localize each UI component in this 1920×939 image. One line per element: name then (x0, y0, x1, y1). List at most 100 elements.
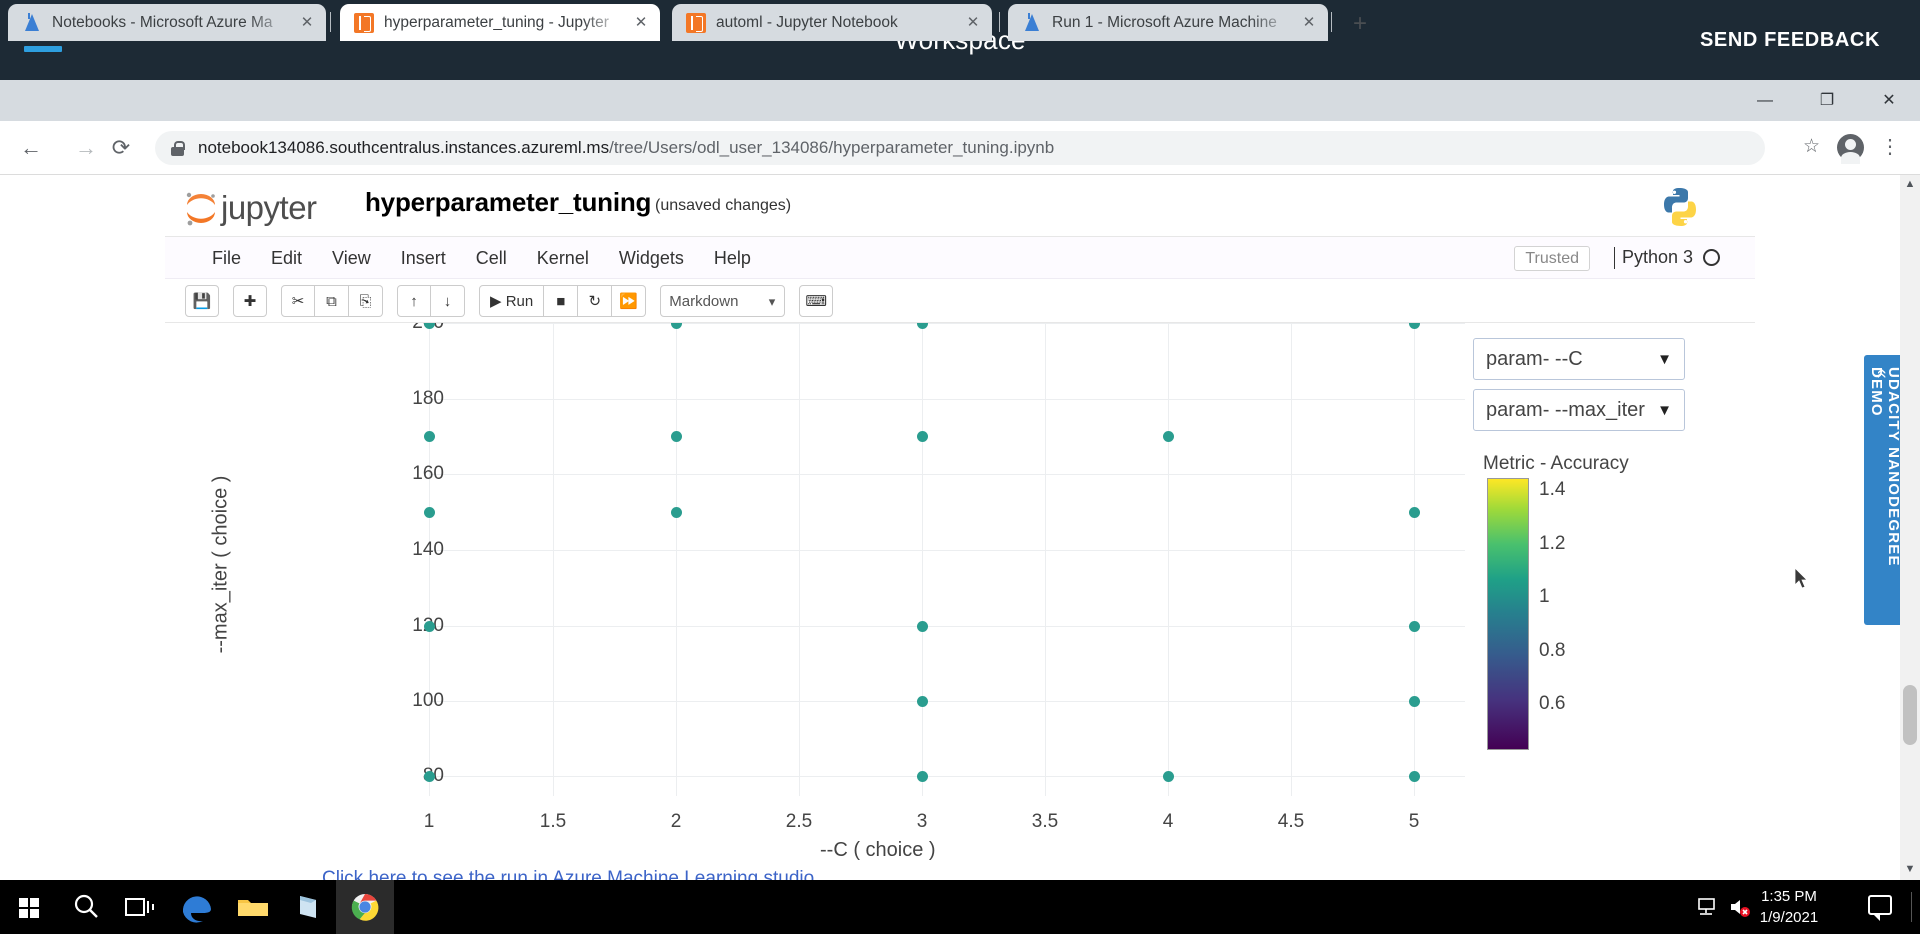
menu-help[interactable]: Help (699, 237, 766, 279)
network-icon[interactable] (1696, 896, 1720, 918)
action-center-icon[interactable] (1868, 895, 1892, 921)
command-palette-button[interactable]: ⌨ (799, 285, 834, 317)
menu-file[interactable]: File (197, 237, 256, 279)
address-bar[interactable]: notebook134086.southcentralus.instances.… (155, 131, 1765, 165)
jupyter-menubar: File Edit View Insert Cell Kernel Widget… (165, 237, 1755, 279)
browser-tab-hyperparameter-tuning[interactable]: hyperparameter_tuning - Jupyter ✕ (340, 4, 660, 41)
menu-cell[interactable]: Cell (461, 237, 522, 279)
close-tab-icon[interactable]: ✕ (962, 12, 984, 34)
kernel-name-label[interactable]: Python 3 (1622, 247, 1693, 268)
data-point[interactable] (670, 506, 682, 518)
menu-kernel[interactable]: Kernel (522, 237, 604, 279)
browser-tab-label: automl - Jupyter Notebook (716, 13, 898, 31)
notebook-title[interactable]: hyperparameter_tuning (365, 187, 651, 218)
scroll-up-arrow[interactable]: ▲ (1900, 175, 1920, 195)
data-point[interactable] (1162, 430, 1174, 442)
data-point[interactable] (423, 620, 435, 632)
data-point[interactable] (670, 430, 682, 442)
bookmark-star-icon[interactable]: ☆ (1803, 135, 1820, 158)
x-tick-label: 2 (670, 811, 682, 832)
forward-button[interactable]: → (70, 132, 102, 164)
interrupt-kernel-button[interactable]: ■ (544, 285, 579, 317)
paste-cell-button[interactable]: ⎘ (349, 285, 383, 317)
save-status: (unsaved changes) (655, 197, 792, 214)
scrollbar-thumb[interactable] (1903, 685, 1917, 745)
restart-and-run-all-button[interactable]: ⏩ (612, 285, 647, 317)
menu-edit[interactable]: Edit (256, 237, 317, 279)
trusted-badge[interactable]: Trusted (1514, 246, 1590, 271)
file-explorer-icon[interactable] (224, 880, 282, 934)
back-button[interactable]: ← (15, 132, 47, 164)
close-tab-icon[interactable]: ✕ (630, 12, 652, 34)
data-point[interactable] (1408, 323, 1420, 329)
url-path: /tree/Users/odl_user_134086/hyperparamet… (609, 138, 1055, 157)
cell-type-select[interactable]: Markdown ▾ (660, 285, 786, 317)
edge-icon[interactable] (168, 880, 226, 934)
kernel-idle-circle-icon (1703, 249, 1720, 266)
data-point[interactable] (423, 323, 435, 329)
dropdown-param-c[interactable]: param- --C ▼ (1473, 338, 1685, 380)
data-point[interactable] (916, 620, 928, 632)
store-icon[interactable] (280, 880, 338, 934)
chrome-icon[interactable] (336, 880, 394, 934)
maximize-button[interactable]: ❐ (1796, 80, 1858, 121)
reload-button[interactable]: ⟳ (105, 132, 137, 164)
menu-view[interactable]: View (317, 237, 386, 279)
show-desktop-divider[interactable] (1911, 892, 1912, 922)
data-point[interactable] (1408, 620, 1420, 632)
send-feedback-button[interactable]: SEND FEEDBACK (1700, 0, 1880, 80)
data-point[interactable] (916, 695, 928, 707)
data-point[interactable] (423, 430, 435, 442)
data-point[interactable] (1408, 770, 1420, 782)
data-point[interactable] (1408, 506, 1420, 518)
menu-insert[interactable]: Insert (386, 237, 461, 279)
windows-start-icon[interactable] (0, 880, 58, 934)
x-tick-label: 1.5 (539, 811, 567, 832)
x-tick-label: 3 (916, 811, 928, 832)
new-tab-button[interactable]: + (1345, 10, 1375, 40)
save-button[interactable]: 💾 (185, 285, 219, 317)
run-cell-button[interactable]: ▶ Run (479, 285, 545, 317)
insert-cell-below-button[interactable]: ✚ (233, 285, 267, 317)
search-icon[interactable] (58, 880, 116, 934)
browser-tab-automl[interactable]: automl - Jupyter Notebook ✕ (672, 4, 992, 41)
restart-kernel-button[interactable]: ↻ (578, 285, 613, 317)
data-point[interactable] (670, 323, 682, 329)
scroll-down-arrow[interactable]: ▼ (1900, 860, 1920, 880)
gridline-horizontal (429, 626, 1465, 627)
jupyter-toolbar: 💾 ✚ ✂ ⧉ ⎘ ↑ ↓ ▶ Run ■ ↻ ⏩ Markdown ▾ ⌨ (165, 279, 1755, 323)
data-point[interactable] (1162, 770, 1174, 782)
minimize-button[interactable]: — (1734, 80, 1796, 121)
python-logo-icon (1664, 188, 1696, 226)
chrome-menu-icon[interactable]: ⋮ (1878, 133, 1902, 163)
browser-tab-notebooks[interactable]: Notebooks - Microsoft Azure Ma ✕ (8, 4, 326, 41)
menu-widgets[interactable]: Widgets (604, 237, 699, 279)
data-point[interactable] (423, 506, 435, 518)
data-point[interactable] (916, 323, 928, 329)
azure-ml-icon (22, 12, 42, 33)
address-bar-url: notebook134086.southcentralus.instances.… (198, 138, 1054, 158)
udacity-nanodegree-demo-tab[interactable]: « UDACITY NANODEGREE DEMO (1864, 355, 1902, 625)
page-scrollbar[interactable]: ▲ ▼ (1900, 175, 1920, 880)
close-tab-icon[interactable]: ✕ (296, 12, 318, 34)
data-point[interactable] (916, 430, 928, 442)
move-cell-up-button[interactable]: ↑ (397, 285, 431, 317)
data-point[interactable] (423, 770, 435, 782)
jupyter-notebook-icon (354, 12, 374, 33)
dropdown-param-max-iter[interactable]: param- --max_iter ▼ (1473, 389, 1685, 431)
jupyter-menu-items: File Edit View Insert Cell Kernel Widget… (197, 237, 766, 279)
data-point[interactable] (1408, 695, 1420, 707)
taskbar-clock[interactable]: 1:35 PM 1/9/2021 (1746, 886, 1832, 928)
data-point[interactable] (916, 770, 928, 782)
cut-cell-button[interactable]: ✂ (281, 285, 315, 317)
y-tick-label: 100 (412, 690, 444, 711)
copy-cell-button[interactable]: ⧉ (315, 285, 349, 317)
close-window-button[interactable]: ✕ (1858, 80, 1920, 121)
jupyter-logo[interactable]: jupyter (183, 187, 333, 229)
browser-tab-run-1[interactable]: Run 1 - Microsoft Azure Machine ✕ (1008, 4, 1328, 41)
close-tab-icon[interactable]: ✕ (1298, 12, 1320, 34)
move-cell-down-button[interactable]: ↓ (431, 285, 465, 317)
task-view-icon[interactable] (112, 880, 170, 934)
chevron-down-icon: ▼ (1657, 351, 1672, 368)
profile-avatar-icon[interactable] (1837, 134, 1864, 164)
